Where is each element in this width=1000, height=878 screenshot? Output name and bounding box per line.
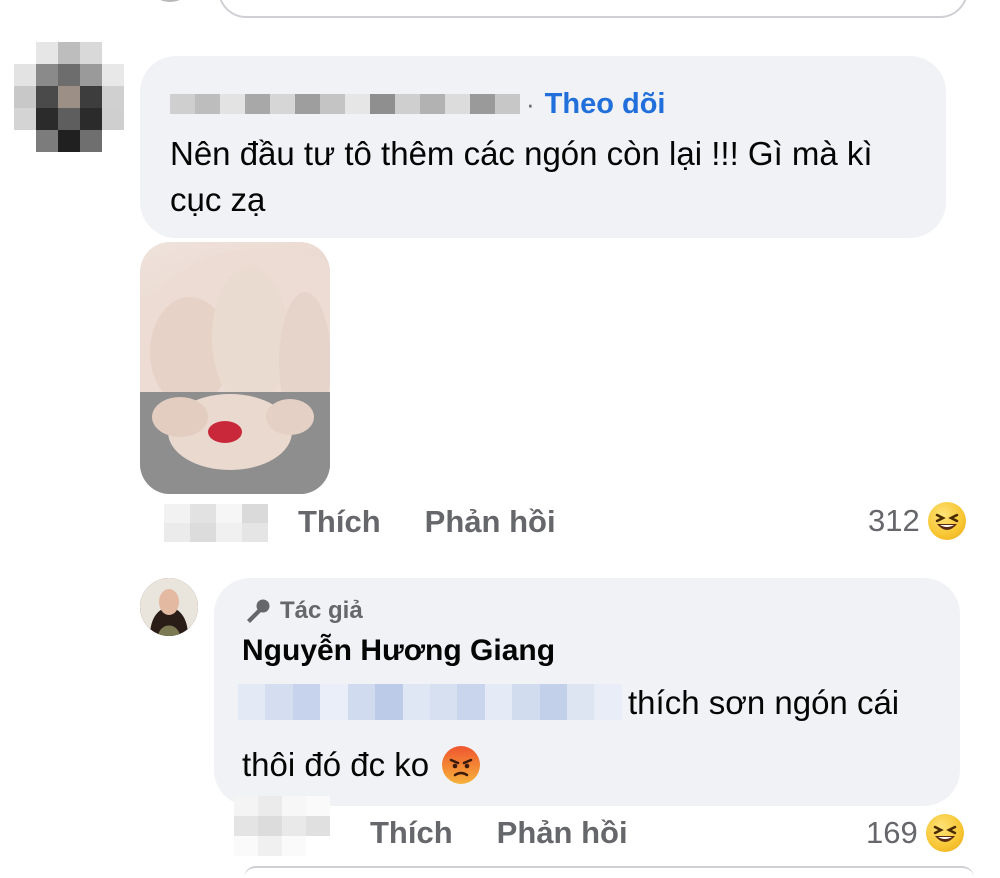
- reply-button[interactable]: Phản hồi: [497, 815, 628, 851]
- follow-link[interactable]: Theo dõi: [545, 88, 666, 121]
- author-avatar[interactable]: [140, 578, 198, 636]
- reply-text-line2-row: thôi đó đc ko: [242, 742, 481, 788]
- previous-comment-bubble: [218, 0, 968, 18]
- reply-text-line1: thích sơn ngón cái: [628, 684, 900, 721]
- reply-actions: Thích Phản hồi: [370, 815, 628, 851]
- like-button[interactable]: Thích: [298, 504, 381, 540]
- author-badge: Tác giả: [242, 597, 363, 625]
- reply-text-line2: thôi đó đc ko: [242, 746, 430, 783]
- comment-text: Nên đầu tư tô thêm các ngón còn lại !!! …: [170, 135, 873, 218]
- reaction-summary[interactable]: 312: [868, 502, 966, 540]
- separator-dot: ·: [526, 88, 535, 119]
- angry-emoji-icon: [441, 745, 481, 785]
- like-button[interactable]: Thích: [370, 815, 453, 851]
- reply-timestamp-blurred: [234, 796, 330, 858]
- comment-photo[interactable]: [140, 242, 330, 494]
- author-name[interactable]: Nguyễn Hương Giang: [242, 634, 555, 668]
- reaction-summary[interactable]: 169: [866, 814, 964, 852]
- next-comment-edge: [244, 866, 974, 878]
- reaction-count: 169: [866, 815, 918, 850]
- tagged-name-blurred[interactable]: [238, 684, 622, 720]
- reaction-count: 312: [868, 503, 920, 538]
- comment-actions: Thích Phản hồi: [298, 504, 556, 540]
- timestamp-blurred: [164, 504, 268, 542]
- toe-image: [140, 248, 330, 494]
- commenter-avatar[interactable]: [14, 42, 124, 152]
- laughing-emoji-icon: [925, 814, 964, 852]
- reply-button[interactable]: Phản hồi: [425, 504, 556, 540]
- microphone-icon: [247, 599, 270, 623]
- author-badge-label: Tác giả: [280, 597, 363, 624]
- commenter-name-blurred[interactable]: [170, 90, 520, 118]
- comment-header: · Theo dõi: [170, 86, 666, 122]
- laughing-emoji-icon: [927, 502, 966, 540]
- previous-avatar: [150, 0, 190, 2]
